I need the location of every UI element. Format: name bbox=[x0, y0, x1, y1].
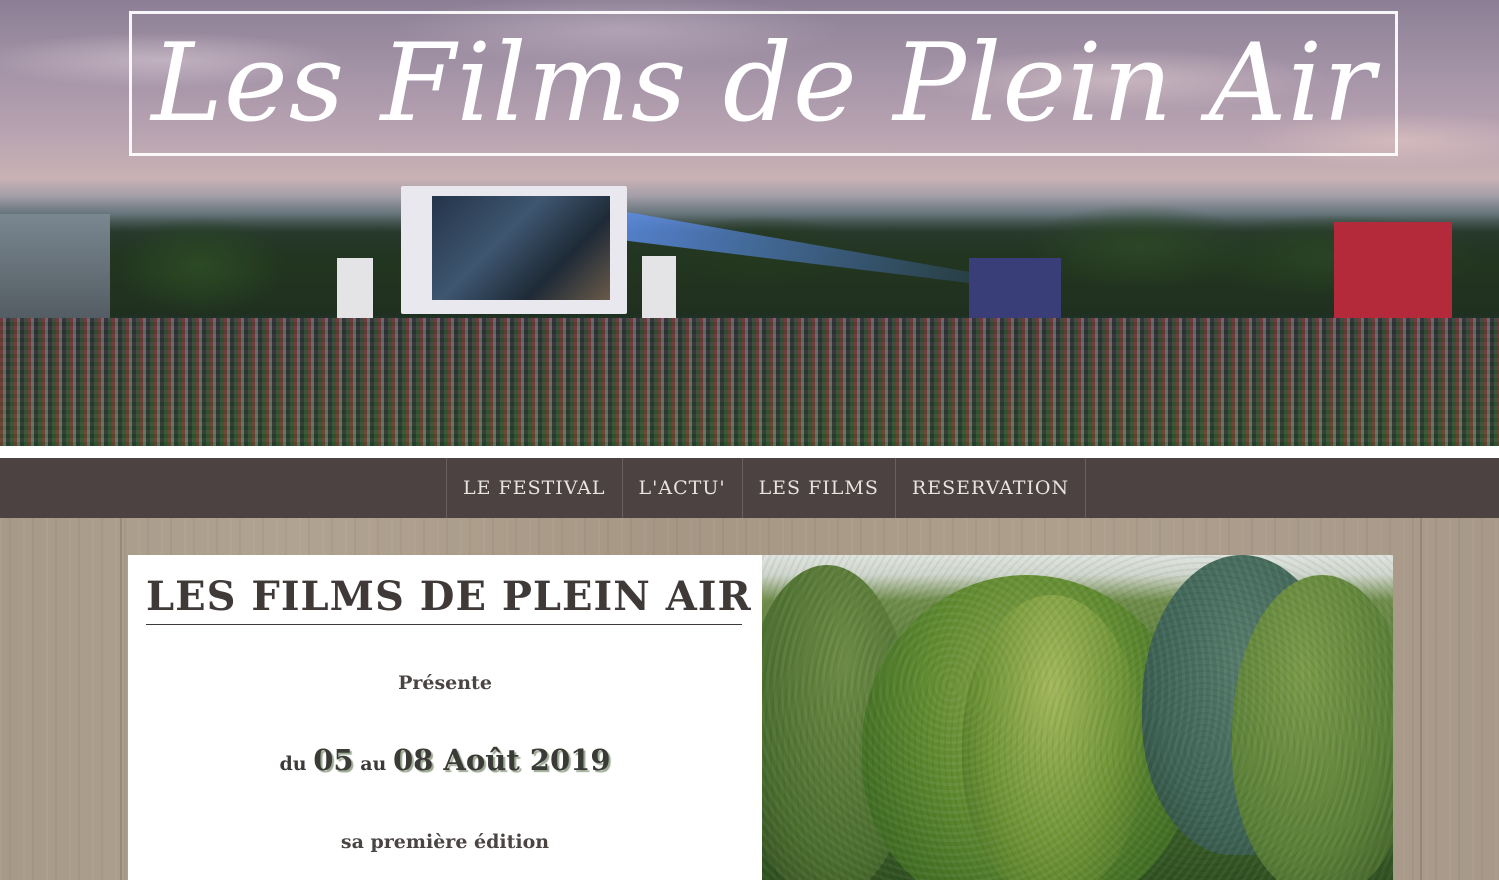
intro-presents-text: Présente bbox=[398, 672, 492, 694]
main-navigation: LE FESTIVAL L'ACTU' LES FILMS RESERVATIO… bbox=[0, 458, 1499, 518]
hero-banner: Les Films de Plein Air bbox=[0, 0, 1499, 446]
hero-kiosk bbox=[642, 256, 676, 318]
site-title[interactable]: Les Films de Plein Air bbox=[129, 14, 1398, 154]
dates-end: 08 Août 2019 bbox=[392, 743, 611, 777]
wood-plank-seam bbox=[1420, 518, 1422, 880]
nav-item-les-films[interactable]: LES FILMS bbox=[743, 458, 896, 518]
dates-middle: au bbox=[360, 753, 387, 775]
photo-texture bbox=[762, 555, 1393, 880]
dates-prefix: du bbox=[279, 753, 307, 775]
nav-menu: LE FESTIVAL L'ACTU' LES FILMS RESERVATIO… bbox=[446, 458, 1087, 518]
dates-start-day: 05 bbox=[313, 743, 354, 777]
hero-separator bbox=[0, 446, 1499, 458]
intro-card: LES FILMS DE PLEIN AIR Présente du 05 au… bbox=[128, 555, 762, 880]
hero-screen-image bbox=[432, 196, 610, 300]
nav-item-le-festival[interactable]: LE FESTIVAL bbox=[447, 458, 623, 518]
nav-item-actu[interactable]: L'ACTU' bbox=[623, 458, 743, 518]
hero-kiosk bbox=[337, 258, 373, 324]
main-content: LES FILMS DE PLEIN AIR Présente du 05 au… bbox=[0, 518, 1499, 880]
hero-crowd bbox=[0, 318, 1499, 446]
hero-red-folly bbox=[1334, 222, 1452, 326]
nav-item-reservation[interactable]: RESERVATION bbox=[896, 458, 1087, 518]
intro-heading: LES FILMS DE PLEIN AIR bbox=[146, 573, 751, 625]
edition-text: sa première édition bbox=[340, 831, 550, 853]
hero-treeline bbox=[0, 196, 1499, 316]
festival-dates: du 05 au 08 Août 2019 bbox=[128, 743, 762, 777]
wood-plank-seam bbox=[120, 518, 122, 880]
park-trees-photo bbox=[762, 555, 1393, 880]
